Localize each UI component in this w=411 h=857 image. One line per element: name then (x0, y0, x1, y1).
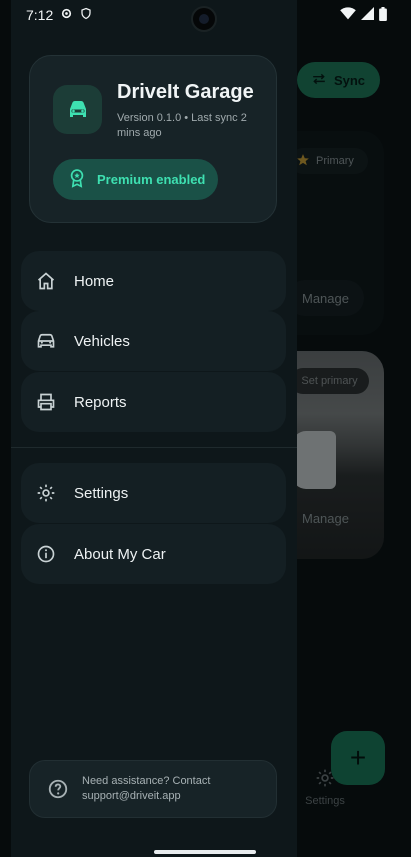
printer-icon (35, 391, 57, 413)
drawer-divider (11, 447, 297, 448)
info-icon (35, 543, 57, 565)
premium-status-chip[interactable]: Premium enabled (53, 159, 218, 200)
car-logo-icon (53, 85, 102, 134)
car-icon (35, 330, 57, 352)
home-indicator[interactable] (154, 850, 256, 854)
battery-icon (379, 6, 387, 24)
help-icon (47, 778, 69, 800)
nav-item-label: About My Car (74, 545, 166, 563)
help-text: Need assistance? Contact support@driveit… (82, 775, 211, 802)
status-time: 7:12 (26, 7, 54, 23)
nav-item-vehicles[interactable]: Vehicles (21, 311, 286, 371)
navigation-drawer: DriveIt Garage Version 0.1.0 • Last sync… (11, 0, 297, 857)
nav-item-label: Vehicles (74, 332, 130, 350)
app-title: DriveIt Garage (117, 81, 254, 103)
front-camera (191, 6, 217, 32)
home-icon (35, 270, 57, 292)
nav-item-home[interactable]: Home (21, 251, 286, 311)
version-sync-text: Version 0.1.0 • Last sync 2 mins ago (117, 112, 247, 139)
signal-icon (361, 7, 374, 23)
nav-item-label: Home (74, 272, 115, 290)
wifi-icon (340, 7, 356, 23)
shield-icon (80, 7, 92, 23)
gear-icon (35, 482, 57, 504)
premium-badge-icon (67, 168, 87, 191)
nav-item-reports[interactable]: Reports (21, 372, 286, 432)
nav-item-label: Settings (74, 484, 129, 502)
settings-gear-icon (60, 7, 73, 23)
premium-label: Premium enabled (97, 172, 206, 187)
app-header-card: DriveIt Garage Version 0.1.0 • Last sync… (29, 55, 277, 223)
nav-item-label: Reports (74, 393, 127, 411)
nav-item-about[interactable]: About My Car (21, 524, 286, 584)
help-support-card[interactable]: Need assistance? Contact support@driveit… (29, 760, 277, 818)
nav-item-settings[interactable]: Settings (21, 463, 286, 523)
